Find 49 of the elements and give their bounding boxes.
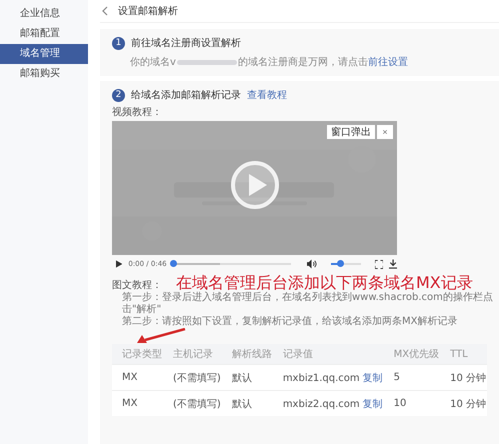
sidebar-item[interactable]: 邮箱购买 bbox=[0, 64, 88, 84]
section-label: 视频教程： bbox=[112, 106, 163, 119]
close-button[interactable]: × bbox=[377, 125, 393, 139]
volume-icon[interactable] bbox=[306, 259, 317, 269]
step-title: 前往域名注册商设置解析 bbox=[131, 36, 241, 50]
table-cell: MX bbox=[112, 364, 163, 390]
table-cell: mxbiz1.qq.com bbox=[282, 372, 360, 384]
sidebar-item[interactable]: 邮箱配置 bbox=[0, 24, 88, 44]
column-header: TTL bbox=[440, 344, 488, 364]
description-text: 的域名注册商是万网，请点击 bbox=[238, 56, 368, 69]
table-cell: mxbiz2.qq.com bbox=[282, 398, 360, 410]
table-cell: 默认 bbox=[222, 364, 273, 390]
table-cell: (不需填写) bbox=[163, 390, 222, 416]
copy-link[interactable]: 复制 bbox=[362, 398, 383, 410]
step-number: 1 bbox=[112, 36, 125, 50]
step-title: 给域名添加邮箱解析记录 bbox=[131, 88, 241, 102]
back-icon[interactable] bbox=[102, 6, 108, 16]
copy-link[interactable]: 复制 bbox=[362, 372, 383, 384]
section-label: 图文教程： bbox=[112, 278, 162, 292]
table-cell: (不需填写) bbox=[163, 364, 222, 390]
table-cell: 10 bbox=[384, 390, 440, 416]
tutorial-link[interactable]: 查看教程 bbox=[247, 88, 287, 102]
table-cell: 5 bbox=[384, 364, 440, 390]
column-header: 解析线路 bbox=[222, 344, 273, 364]
fullscreen-icon[interactable] bbox=[374, 260, 383, 268]
blurred-text bbox=[176, 60, 237, 64]
play-icon[interactable] bbox=[116, 260, 122, 268]
step-number: 2 bbox=[112, 88, 125, 102]
instruction-text: 第二步：请按照如下设置，复制解析记录值，给该域名添加两条MX解析记录 bbox=[122, 316, 458, 328]
table-cell: 默认 bbox=[222, 390, 273, 416]
sidebar-item[interactable]: 域名管理 bbox=[0, 44, 88, 64]
settings-link[interactable]: 前往设置 bbox=[368, 55, 408, 69]
slider-thumb[interactable] bbox=[170, 260, 177, 267]
table-cell: MX bbox=[112, 390, 163, 416]
column-header: 记录类型 bbox=[112, 344, 163, 364]
table-cell: 10 分钟 bbox=[440, 390, 488, 416]
column-header: MX优先级 bbox=[384, 344, 440, 364]
slider-thumb[interactable] bbox=[336, 260, 344, 267]
table-cell: 10 分钟 bbox=[440, 364, 488, 390]
description-text: 你的域名v bbox=[130, 56, 176, 69]
arrow-icon bbox=[136, 328, 186, 344]
column-header: 主机记录 bbox=[163, 344, 222, 364]
annotation-text: 在域名管理后台添加以下两条域名MX记录 bbox=[176, 273, 473, 292]
instruction-text: 第一步：登录后进入域名管理后台，在域名列表找到www.shacrob.com的操作栏点击"解析" bbox=[122, 292, 494, 316]
sidebar-item[interactable]: 企业信息 bbox=[0, 4, 88, 24]
page-title: 设置邮箱解析 bbox=[118, 4, 178, 18]
download-icon[interactable] bbox=[388, 259, 397, 269]
popout-button[interactable]: 窗口弹出 bbox=[327, 125, 375, 139]
column-header: 记录值 bbox=[272, 344, 384, 364]
